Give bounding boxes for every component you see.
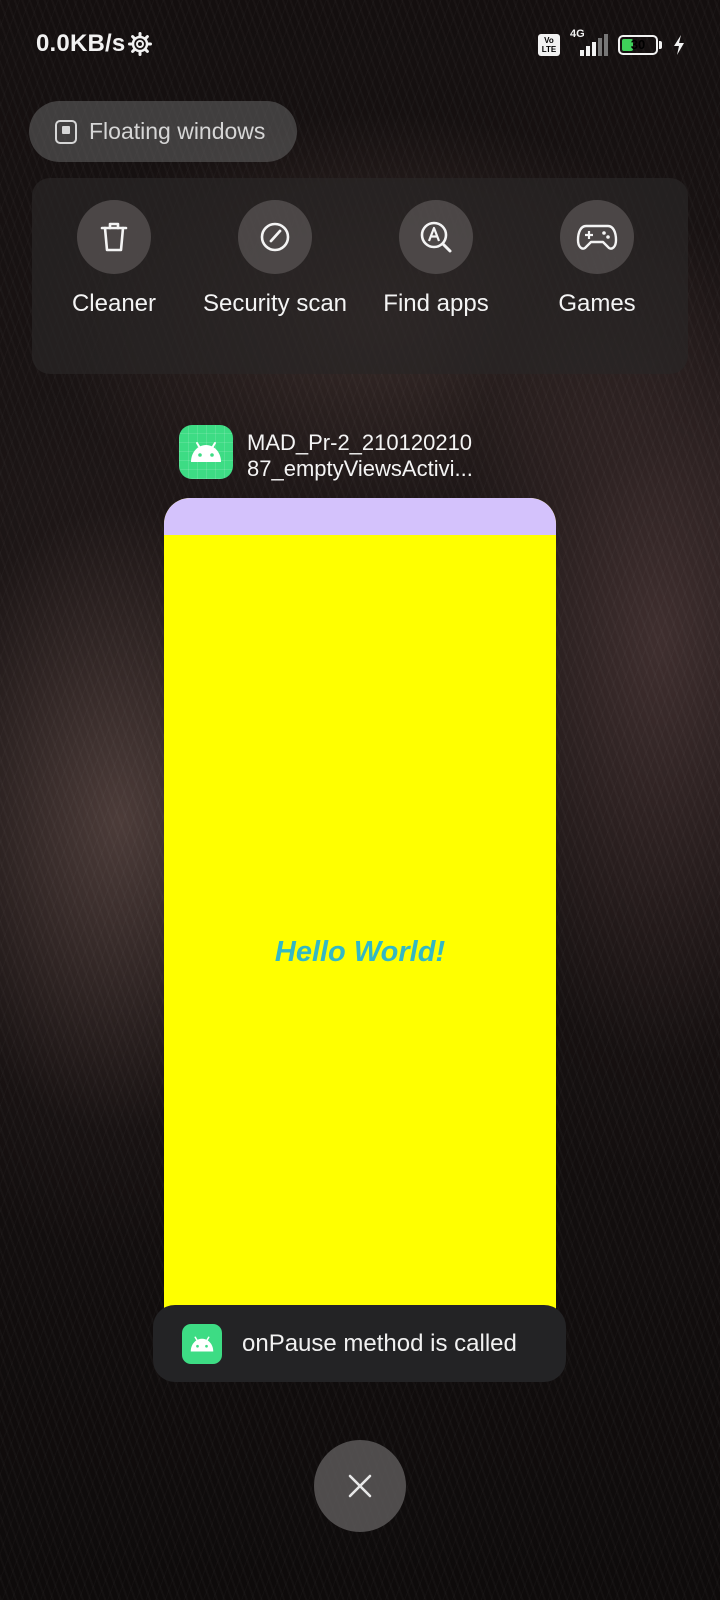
- gamepad-icon: [576, 224, 618, 250]
- recent-app-title-line1: MAD_Pr-2_210120210: [247, 430, 473, 455]
- security-scan-label: Security scan: [202, 290, 348, 317]
- games-button[interactable]: Games: [515, 200, 679, 319]
- cleaner-label: Cleaner: [71, 290, 157, 317]
- find-apps-button[interactable]: Find apps: [354, 200, 518, 319]
- battery-tip: [659, 41, 662, 49]
- recents-screen: 0.0KB/s Vo LTE 4G 30 Floating windows Cl…: [0, 0, 720, 1600]
- floating-windows-button[interactable]: Floating windows: [29, 101, 297, 162]
- gear-icon: [128, 32, 152, 56]
- recent-app-title-line2: 87_emptyViewsActivi...: [247, 456, 473, 481]
- signal-icon: 4G: [570, 28, 608, 58]
- close-all-button[interactable]: [314, 1440, 406, 1532]
- close-icon: [348, 1474, 372, 1498]
- volte-icon: Vo LTE: [538, 34, 560, 56]
- cleaner-button[interactable]: Cleaner: [32, 200, 196, 319]
- security-scan-button[interactable]: Security scan: [193, 200, 357, 319]
- recent-app-card[interactable]: Hello World!: [164, 498, 556, 1334]
- floating-windows-label: Floating windows: [89, 118, 266, 144]
- charging-bolt-icon: [674, 35, 684, 55]
- find-apps-icon: [420, 221, 452, 253]
- status-indicators: Vo LTE 4G 30: [538, 28, 686, 60]
- battery-level: 30: [630, 37, 646, 52]
- trash-icon: [100, 222, 128, 252]
- find-apps-label: Find apps: [383, 290, 489, 317]
- status-bar: 0.0KB/s Vo LTE 4G 30: [0, 0, 720, 90]
- floating-window-icon: [55, 119, 77, 144]
- android-icon: [179, 425, 233, 479]
- battery-icon: 30: [618, 35, 658, 55]
- network-speed: 0.0KB/s: [36, 30, 126, 57]
- quick-actions-panel: Cleaner Security scan Find apps Games: [32, 178, 688, 374]
- toast-text: onPause method is called: [242, 1329, 517, 1357]
- games-label: Games: [558, 290, 636, 317]
- recent-app-title: MAD_Pr-2_210120210 87_emptyViewsActivi..…: [247, 430, 537, 482]
- hello-world-text: Hello World!: [274, 936, 446, 968]
- toast-message: onPause method is called: [153, 1305, 566, 1382]
- recent-app-header[interactable]: MAD_Pr-2_210120210 87_emptyViewsActivi..…: [179, 425, 539, 483]
- android-icon: [182, 1323, 222, 1364]
- app-preview-toolbar: [164, 498, 556, 535]
- gauge-icon: [260, 222, 290, 252]
